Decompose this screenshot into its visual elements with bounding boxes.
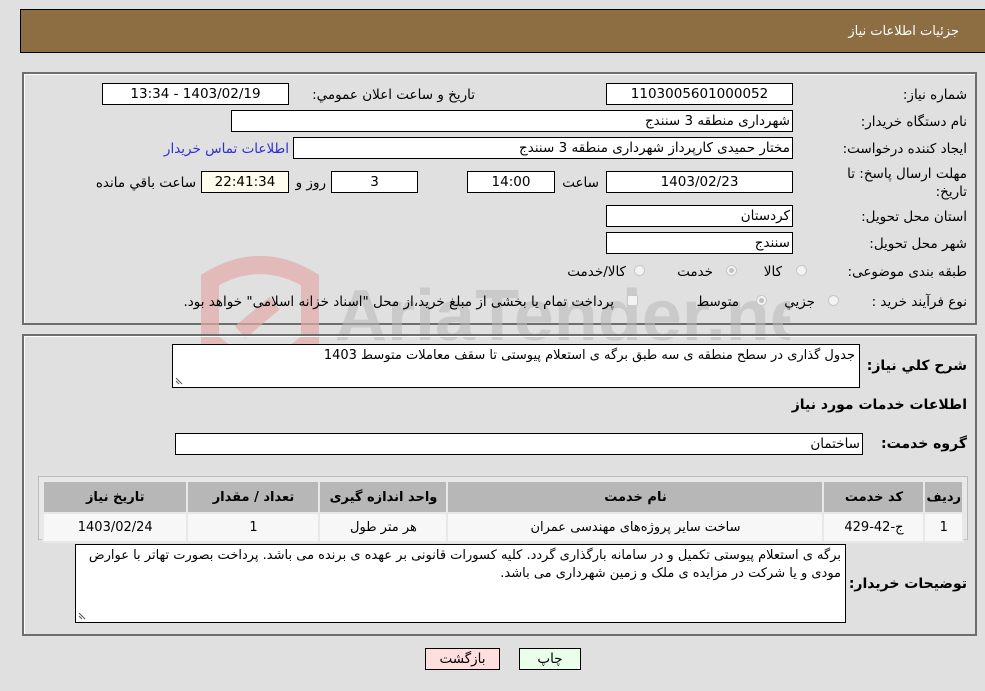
table-header-row: ردیف کد خدمت نام خدمت واحد اندازه گیری ت… — [41, 480, 964, 514]
print-button[interactable]: چاپ — [519, 648, 581, 670]
province-label: استان محل تحویل: — [861, 209, 967, 225]
purchase-option-minor: جزيي — [784, 294, 815, 310]
page-header: جزئیات اطلاعات نیاز — [20, 9, 985, 53]
province-field: کردستان — [606, 205, 793, 227]
buyer-notes-label: توضیحات خریدار: — [848, 576, 967, 592]
table-row: 1 ج-42-429 ساخت سایر پروژه‌های مهندسی عم… — [41, 512, 964, 543]
buyer-org-label: نام دستگاه خريدار: — [860, 114, 967, 130]
cell-service-name: ساخت سایر پروژه‌های مهندسی عمران — [446, 512, 825, 543]
city-field: سنندج — [606, 232, 793, 254]
category-radio-goods-service[interactable] — [634, 265, 645, 276]
purchase-radio-minor[interactable] — [828, 295, 839, 306]
category-radio-service[interactable] — [726, 265, 737, 276]
category-option-goods-service: کالا/خدمت — [567, 264, 626, 280]
category-option-service: خدمت — [677, 264, 713, 280]
announce-datetime-label: تاریخ و ساعت اعلان عمومي: — [312, 87, 475, 103]
category-option-goods: کالا — [763, 264, 782, 280]
summary-label: شرح كلي نياز: — [866, 358, 967, 374]
deadline-date-field: 1403/02/23 — [606, 171, 793, 193]
deadline-time-label: ساعت — [562, 175, 599, 191]
cell-row-number: 1 — [923, 512, 964, 543]
category-label: طبقه بندی موضوعی: — [847, 264, 967, 280]
remaining-time-label: ساعت باقي مانده — [95, 175, 196, 191]
purchase-option-medium: متوسط — [696, 294, 739, 310]
cell-quantity: 1 — [186, 512, 321, 543]
need-number-label: شماره نیاز: — [902, 87, 967, 103]
services-table-container: ردیف کد خدمت نام خدمت واحد اندازه گیری ت… — [38, 476, 968, 543]
buyer-org-field: شهرداری منطقه 3 سنندج — [231, 110, 793, 132]
cell-service-code: ج-42-429 — [822, 512, 926, 543]
requester-label: ایجاد کننده درخواست: — [842, 141, 967, 157]
cell-need-date: 1403/02/24 — [41, 512, 189, 543]
page-title: جزئیات اطلاعات نیاز — [848, 24, 959, 39]
resize-grip-icon[interactable] — [175, 377, 183, 385]
treasury-note: پرداخت تمام یا بخشی از مبلغ خرید،از محل … — [183, 294, 614, 310]
service-group-field: ساختمان — [175, 433, 863, 455]
deadline-time-field: 14:00 — [467, 171, 555, 193]
services-table: ردیف کد خدمت نام خدمت واحد اندازه گیری ت… — [41, 480, 964, 543]
category-radio-goods[interactable] — [796, 265, 807, 276]
treasury-checkbox[interactable] — [627, 295, 638, 306]
col-header-need-date: تاریخ نیاز — [41, 480, 189, 514]
purchase-type-label: نوع فرآیند خرید : — [871, 294, 967, 310]
deadline-label: مهلت ارسال پاسخ: تا تاریخ: — [847, 166, 967, 200]
cell-unit: هر متر طول — [318, 512, 449, 543]
city-label: شهر محل تحویل: — [869, 236, 967, 252]
resize-grip-icon[interactable] — [78, 612, 86, 620]
col-header-quantity: تعداد / مقدار — [186, 480, 321, 514]
need-number-field: 1103005601000052 — [606, 83, 793, 105]
back-button[interactable]: بازگشت — [425, 648, 500, 670]
purchase-radio-medium[interactable] — [756, 295, 767, 306]
col-header-service-name: نام خدمت — [446, 480, 825, 514]
services-heading: اطلاعات خدمات مورد نیاز — [791, 397, 967, 413]
days-label: روز و — [295, 175, 326, 191]
service-group-label: گروه خدمت: — [881, 436, 967, 452]
buyer-notes-text: برگه ی استعلام پیوستی تکمیل و در سامانه … — [88, 548, 841, 581]
buyer-notes-textarea[interactable]: برگه ی استعلام پیوستی تکمیل و در سامانه … — [75, 544, 846, 623]
col-header-unit: واحد اندازه گیری — [318, 480, 449, 514]
summary-text: جدول گذاری در سطح منطقه ی سه طبق برگه ی … — [323, 348, 855, 363]
remaining-time-field: 22:41:34 — [201, 171, 289, 193]
announce-datetime-field: 1403/02/19 - 13:34 — [102, 83, 289, 105]
buyer-contact-link[interactable]: اطلاعات تماس خریدار — [164, 141, 289, 157]
requester-field: مختار حمیدی کارپرداز شهرداری منطقه 3 سنن… — [293, 137, 793, 159]
col-header-service-code: کد خدمت — [822, 480, 926, 514]
remaining-days-field: 3 — [331, 171, 418, 193]
summary-textarea[interactable]: جدول گذاری در سطح منطقه ی سه طبق برگه ی … — [172, 344, 860, 388]
col-header-row-number: ردیف — [923, 480, 964, 514]
